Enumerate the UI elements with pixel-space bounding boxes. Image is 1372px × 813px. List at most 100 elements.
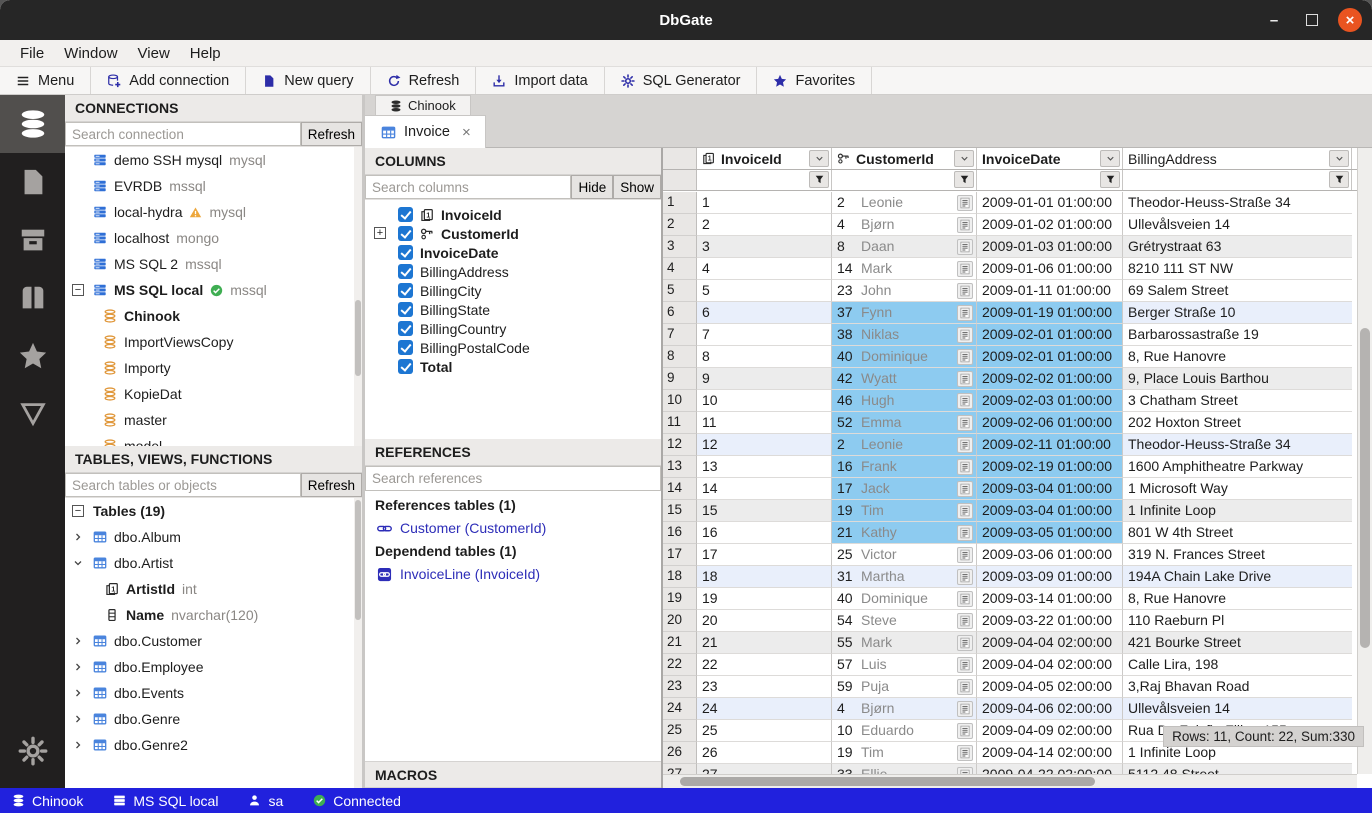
connection-item-demo-ssh-mysql[interactable]: demo SSH mysqlmysql <box>65 147 362 173</box>
row-number[interactable]: 22 <box>663 654 697 676</box>
row-number[interactable]: 10 <box>663 390 697 412</box>
checkbox-checked[interactable] <box>398 207 413 222</box>
cell-invoiceid[interactable]: 25 <box>697 720 832 742</box>
cell-invoiceid[interactable]: 22 <box>697 654 832 676</box>
open-detail-button[interactable] <box>957 195 973 211</box>
cell-invoicedate[interactable]: 2009-01-02 01:00:00 <box>977 214 1123 236</box>
column-dropdown-button[interactable] <box>954 150 974 167</box>
cell-invoicedate[interactable]: 2009-01-03 01:00:00 <box>977 236 1123 258</box>
cell-invoicedate[interactable]: 2009-04-14 02:00:00 <box>977 742 1123 764</box>
cell-customerid[interactable]: 19Tim <box>832 500 977 522</box>
cell-customerid[interactable]: 59Puja <box>832 676 977 698</box>
close-button[interactable]: × <box>1338 8 1362 32</box>
tab-group-chinook[interactable]: Chinook <box>375 95 471 115</box>
cell-invoicedate[interactable]: 2009-03-04 01:00:00 <box>977 500 1123 522</box>
tree-item-dbo-album[interactable]: dbo.Album <box>65 524 362 550</box>
cell-billingaddress[interactable]: 9, Place Louis Barthou <box>1123 368 1352 390</box>
cell-billingaddress[interactable]: Theodor-Heuss-Straße 34 <box>1123 434 1352 456</box>
cell-invoicedate[interactable]: 2009-03-14 01:00:00 <box>977 588 1123 610</box>
cell-invoicedate[interactable]: 2009-01-01 01:00:00 <box>977 192 1123 214</box>
cell-invoiceid[interactable]: 15 <box>697 500 832 522</box>
row-number[interactable]: 11 <box>663 412 697 434</box>
cell-invoicedate[interactable]: 2009-02-01 01:00:00 <box>977 324 1123 346</box>
cell-customerid[interactable]: 33Ellie <box>832 764 977 774</box>
open-detail-button[interactable] <box>957 327 973 343</box>
column-item-billingcity[interactable]: BillingCity <box>365 281 661 300</box>
connection-item-kopiedat[interactable]: KopieDat <box>65 381 362 407</box>
cell-billingaddress[interactable]: Ullevålsveien 14 <box>1123 698 1352 720</box>
toolbar-refresh-button[interactable]: Refresh <box>371 67 477 94</box>
tree-item-dbo-employee[interactable]: dbo.Employee <box>65 654 362 680</box>
cell-invoiceid[interactable]: 18 <box>697 566 832 588</box>
cell-invoiceid[interactable]: 9 <box>697 368 832 390</box>
open-detail-button[interactable] <box>957 217 973 233</box>
cell-billingaddress[interactable]: 1 Microsoft Way <box>1123 478 1352 500</box>
cell-invoicedate[interactable]: 2009-03-05 01:00:00 <box>977 522 1123 544</box>
open-detail-button[interactable] <box>957 767 973 775</box>
filter-input-billingaddress[interactable] <box>1123 170 1351 190</box>
toolbar-new-query-button[interactable]: New query <box>246 67 370 94</box>
chevron-right-icon[interactable] <box>72 635 84 647</box>
cell-customerid[interactable]: 14Mark <box>832 258 977 280</box>
activitybar-database[interactable] <box>0 95 65 153</box>
cell-invoiceid[interactable]: 2 <box>697 214 832 236</box>
minimize-button[interactable]: – <box>1262 8 1286 32</box>
cell-billingaddress[interactable]: 319 N. Frances Street <box>1123 544 1352 566</box>
tables-scrollbar[interactable] <box>354 498 362 788</box>
cell-invoiceid[interactable]: 7 <box>697 324 832 346</box>
cell-invoicedate[interactable]: 2009-03-22 01:00:00 <box>977 610 1123 632</box>
scrollbar-thumb[interactable] <box>680 777 1095 786</box>
cell-invoiceid[interactable]: 12 <box>697 434 832 456</box>
collapse-box-icon[interactable]: − <box>72 284 84 296</box>
cell-customerid[interactable]: 25Victor <box>832 544 977 566</box>
column-item-total[interactable]: Total <box>365 357 661 376</box>
activitybar-settings[interactable] <box>0 722 65 780</box>
open-detail-button[interactable] <box>957 239 973 255</box>
cell-invoicedate[interactable]: 2009-02-02 01:00:00 <box>977 368 1123 390</box>
open-detail-button[interactable] <box>957 305 973 321</box>
cell-invoicedate[interactable]: 2009-02-11 01:00:00 <box>977 434 1123 456</box>
reference-link-invoiceline-invoiceid[interactable]: InvoiceLine (InvoiceId) <box>375 563 651 585</box>
cell-billingaddress[interactable]: 3,Raj Bhavan Road <box>1123 676 1352 698</box>
cell-invoiceid[interactable]: 6 <box>697 302 832 324</box>
maximize-button[interactable] <box>1300 8 1324 32</box>
row-number[interactable]: 13 <box>663 456 697 478</box>
cell-customerid[interactable]: 21Kathy <box>832 522 977 544</box>
cell-customerid[interactable]: 55Mark <box>832 632 977 654</box>
open-detail-button[interactable] <box>957 657 973 673</box>
connection-item-importy[interactable]: Importy <box>65 355 362 381</box>
row-number[interactable]: 18 <box>663 566 697 588</box>
open-detail-button[interactable] <box>957 503 973 519</box>
cell-invoiceid[interactable]: 1 <box>697 192 832 214</box>
cell-billingaddress[interactable]: 1600 Amphitheatre Parkway <box>1123 456 1352 478</box>
row-number[interactable]: 25 <box>663 720 697 742</box>
row-number[interactable]: 1 <box>663 192 697 214</box>
checkbox-checked[interactable] <box>398 264 413 279</box>
tree-item-dbo-events[interactable]: dbo.Events <box>65 680 362 706</box>
cell-customerid[interactable]: 4Bjørn <box>832 698 977 720</box>
row-number[interactable]: 17 <box>663 544 697 566</box>
row-number[interactable]: 21 <box>663 632 697 654</box>
column-dropdown-button[interactable] <box>809 150 829 167</box>
cell-customerid[interactable]: 23John <box>832 280 977 302</box>
cell-invoiceid[interactable]: 4 <box>697 258 832 280</box>
chevron-down-icon[interactable] <box>72 557 84 569</box>
cell-customerid[interactable]: 4Bjørn <box>832 214 977 236</box>
cell-invoicedate[interactable]: 2009-01-06 01:00:00 <box>977 258 1123 280</box>
checkbox-checked[interactable] <box>398 302 413 317</box>
cell-invoicedate[interactable]: 2009-04-22 02:00:00 <box>977 764 1123 774</box>
open-detail-button[interactable] <box>957 701 973 717</box>
cell-invoiceid[interactable]: 14 <box>697 478 832 500</box>
tree-item-dbo-artist[interactable]: dbo.Artist <box>65 550 362 576</box>
column-item-customerid[interactable]: +CustomerId <box>365 224 661 243</box>
open-detail-button[interactable] <box>957 283 973 299</box>
column-item-billingstate[interactable]: BillingState <box>365 300 661 319</box>
column-item-billingpostalcode[interactable]: BillingPostalCode <box>365 338 661 357</box>
grid-column-header-customerid[interactable]: CustomerId <box>832 148 977 169</box>
cell-invoicedate[interactable]: 2009-03-09 01:00:00 <box>977 566 1123 588</box>
cell-invoicedate[interactable]: 2009-03-04 01:00:00 <box>977 478 1123 500</box>
row-number[interactable]: 23 <box>663 676 697 698</box>
row-number[interactable]: 16 <box>663 522 697 544</box>
cell-invoiceid[interactable]: 27 <box>697 764 832 774</box>
cell-invoiceid[interactable]: 13 <box>697 456 832 478</box>
